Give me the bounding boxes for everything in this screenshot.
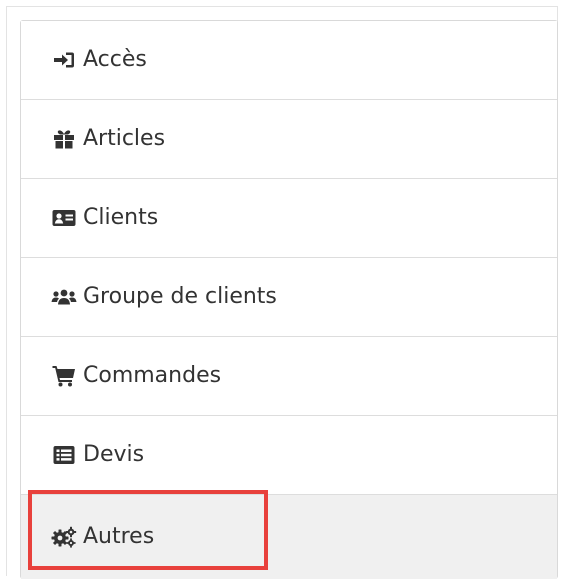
menu-item-groupe-de-clients[interactable]: Groupe de clients — [21, 258, 557, 337]
menu-item-autres[interactable]: Autres — [21, 495, 557, 579]
users-icon — [51, 285, 77, 309]
menu-item-label: Commandes — [83, 363, 222, 388]
id-card-icon — [51, 206, 77, 230]
list-alt-icon — [51, 443, 77, 467]
menu-item-devis[interactable]: Devis — [21, 416, 557, 495]
gift-icon — [51, 127, 77, 151]
menu-item-commandes[interactable]: Commandes — [21, 337, 557, 416]
sign-in-icon — [51, 48, 77, 72]
menu-item-label: Accès — [83, 47, 147, 72]
menu-item-label: Articles — [83, 126, 166, 151]
menu-item-label: Autres — [83, 524, 155, 549]
menu-item-acces[interactable]: Accès — [21, 21, 557, 100]
cogs-icon — [51, 525, 77, 549]
shopping-cart-icon — [51, 364, 77, 388]
menu-item-label: Devis — [83, 442, 145, 467]
menu-item-articles[interactable]: Articles — [21, 100, 557, 179]
menu-item-label: Groupe de clients — [83, 284, 277, 309]
menu-item-label: Clients — [83, 205, 159, 230]
settings-menu: Accès Articles Clients Groupe de clients… — [20, 20, 558, 579]
menu-item-clients[interactable]: Clients — [21, 179, 557, 258]
